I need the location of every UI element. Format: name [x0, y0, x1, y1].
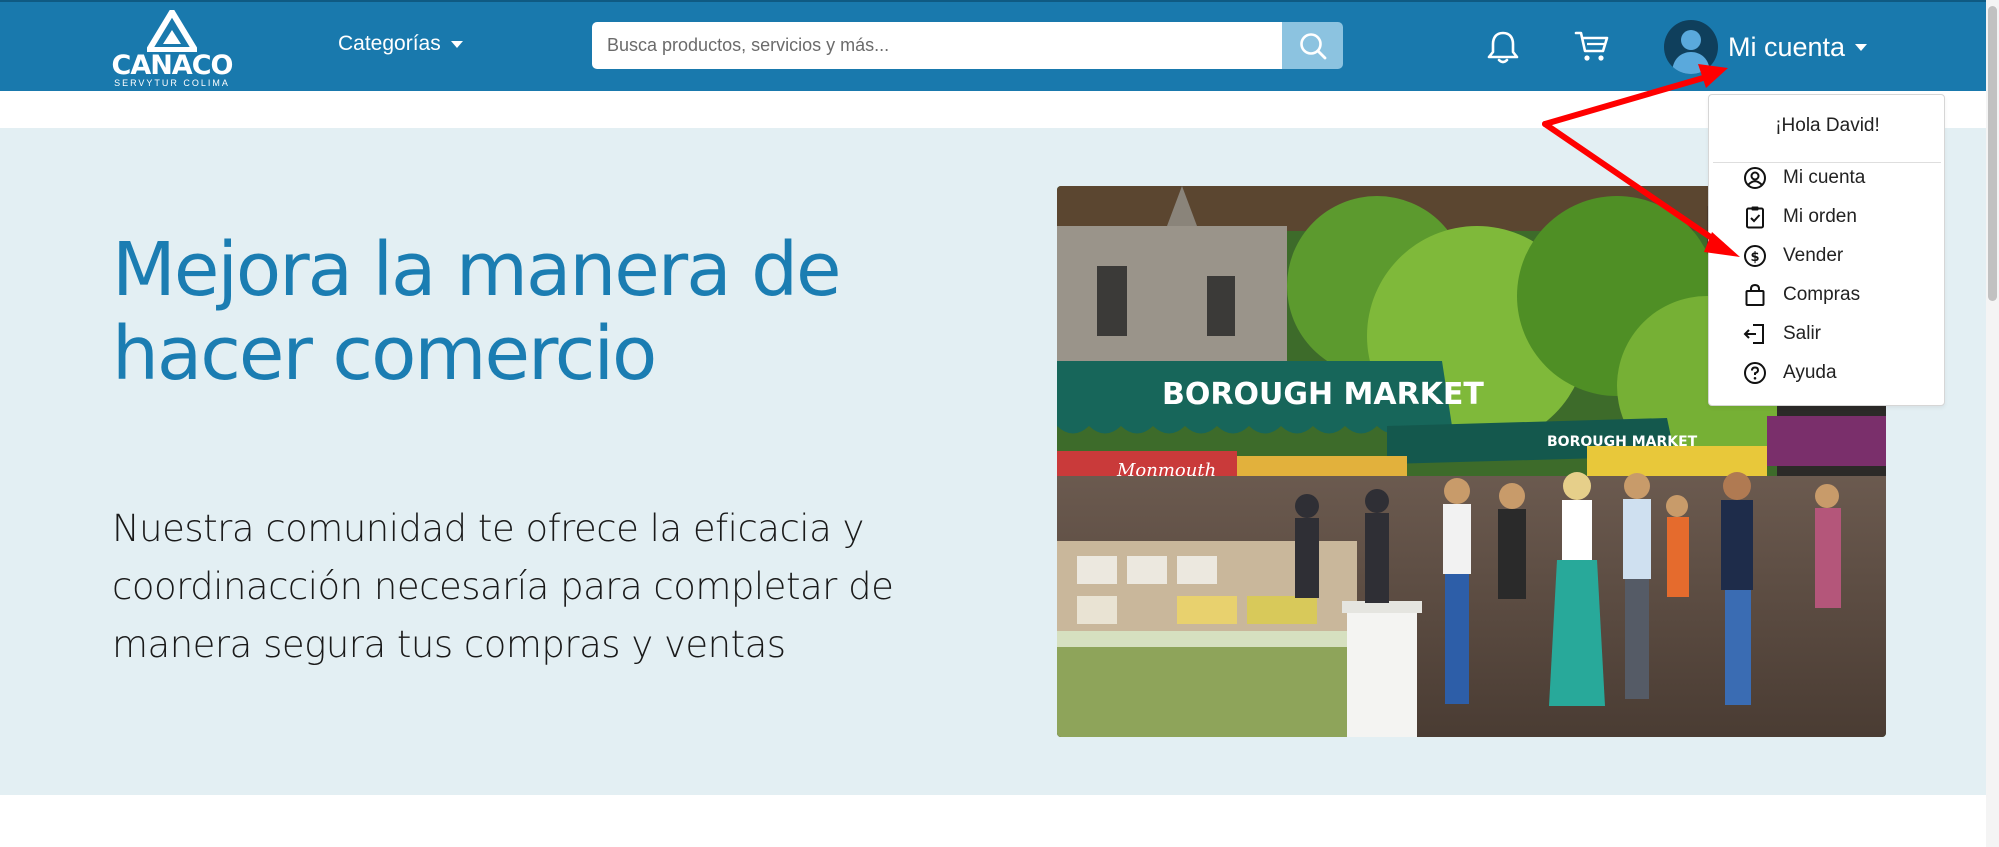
annotation-arrows	[1542, 64, 1740, 257]
arrow-head-icon	[1698, 64, 1728, 88]
scrollbar-thumb[interactable]	[1988, 6, 1997, 301]
scrollbar[interactable]	[1986, 0, 1999, 847]
